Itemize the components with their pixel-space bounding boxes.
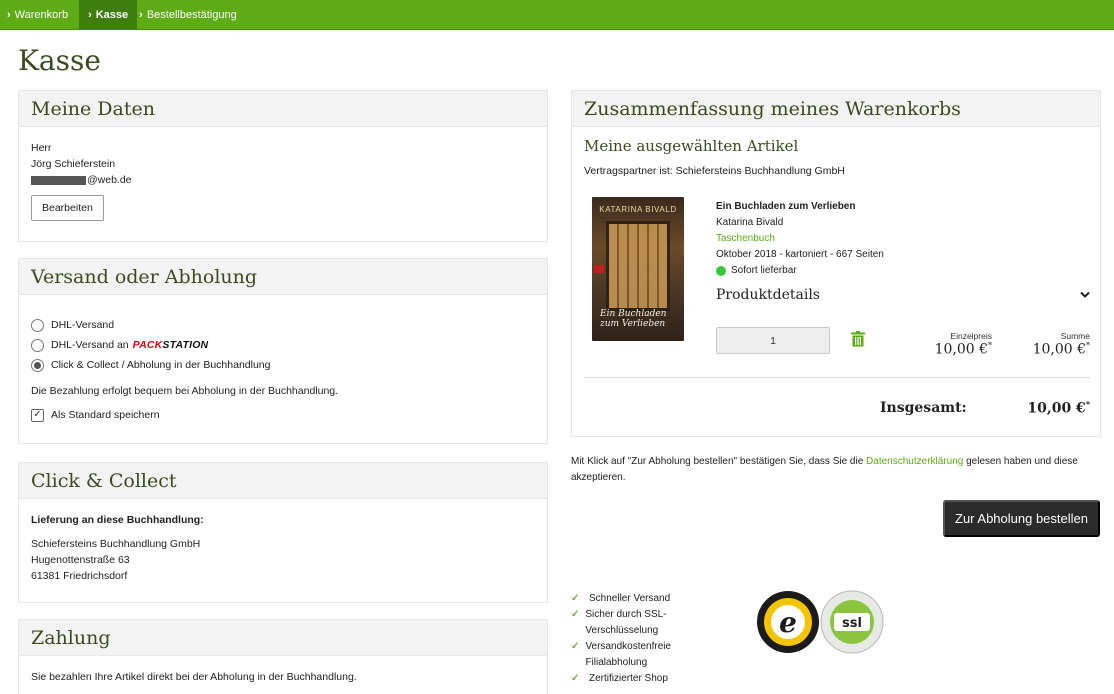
item-details: Oktober 2018 - kartoniert - 667 Seiten [716, 249, 884, 260]
available-dot-icon [716, 266, 726, 276]
packstation-logo: PACKSTATION [132, 339, 209, 351]
shipping-title: Versand oder Abholung [19, 259, 547, 295]
payment-info: Die Bezahlung erfolgt bequem bei Abholun… [31, 385, 339, 397]
feature-item: ✓ Zertifizierter Shop [571, 671, 691, 687]
feature-item: ✓ Sicher durch SSL-Verschlüsselung [571, 609, 667, 636]
sum-label: Summe [1060, 331, 1090, 341]
check-icon: ✓ [571, 609, 580, 620]
step-kasse[interactable]: › Kasse [79, 0, 138, 29]
option-dhl-packstation[interactable]: DHL-Versand an PACKSTATION [31, 335, 535, 355]
step-label: Kasse [95, 8, 129, 21]
unit-price: 10,00 €* [934, 341, 992, 358]
feature-item: ✓ Schneller Versand [571, 591, 691, 607]
product-details-label: Produktdetails [716, 287, 820, 303]
checkout-steps: › Warenkorb › Kasse › Bestellbestätigung [0, 0, 1114, 30]
check-icon: ✓ [571, 673, 580, 684]
check-icon: ✓ [571, 593, 580, 604]
delivery-heading: Lieferung an diese Buchhandlung: [31, 514, 204, 526]
check-icon: ✓ [571, 641, 580, 652]
total-value: 10,00 €* [1027, 399, 1090, 417]
svg-text:ssl: ssl [842, 616, 862, 631]
redacted-block [31, 175, 86, 185]
unit-price-label: Einzelpreis [950, 331, 992, 341]
contract-partner: Vertragspartner ist: Schiefersteins Buch… [584, 165, 845, 177]
step-label: Bestellbestätigung [146, 8, 237, 21]
edit-button[interactable]: Bearbeiten [31, 195, 104, 221]
total-label: Insgesamt: [880, 400, 967, 416]
save-default[interactable]: ✓ Als Standard speichern [31, 405, 535, 425]
my-data-panel: Meine Daten Herr Jörg Schieferstein @web… [18, 90, 548, 242]
item-availability: Sofort lieferbar [716, 263, 884, 279]
privacy-policy-link[interactable]: Datenschutzerklärung [866, 456, 963, 467]
payment-panel: Zahlung Sie bezahlen Ihre Artikel direkt… [18, 619, 548, 694]
radio-button[interactable] [31, 318, 44, 332]
step-bestellbestaetigung[interactable]: › Bestellbestätigung [139, 0, 246, 29]
my-data-title: Meine Daten [19, 91, 547, 127]
salutation: Herr [31, 142, 52, 154]
cart-summary-title: Zusammenfassung meines Warenkorbs [572, 91, 1100, 127]
product-details-toggle[interactable]: Produktdetails [716, 287, 1090, 303]
save-default-label: Als Standard speichern [51, 409, 160, 421]
email-suffix: @web.de [87, 174, 132, 186]
quantity-input[interactable]: 1 [716, 327, 830, 354]
divider [584, 377, 1090, 378]
book-cover-image[interactable]: KATARINA BIVALD Ein Buchladen zum Verlie… [592, 197, 684, 341]
store-city: 61381 Friedrichsdorf [31, 570, 128, 582]
trash-icon[interactable] [851, 331, 865, 347]
step-warenkorb[interactable]: › Warenkorb [7, 0, 77, 29]
option-label: DHL-Versand [51, 319, 115, 331]
option-label: DHL-Versand an [51, 339, 129, 351]
chevron-right-icon: › [139, 8, 143, 21]
item-format: Taschenbuch [716, 233, 775, 244]
customer-name: Jörg Schieferstein [31, 158, 116, 170]
order-pickup-button[interactable]: Zur Abholung bestellen [943, 500, 1100, 537]
payment-text: Sie bezahlen Ihre Artikel direkt bei der… [31, 671, 357, 683]
ssl-seal-icon[interactable]: ssl [820, 590, 884, 654]
checkbox-checked-icon[interactable]: ✓ [31, 408, 44, 422]
radio-button[interactable] [31, 338, 44, 352]
radio-button-selected[interactable] [31, 358, 44, 372]
click-collect-title: Click & Collect [19, 463, 547, 499]
item-title[interactable]: Ein Buchladen zum Verlieben [716, 199, 884, 215]
item-author[interactable]: Katarina Bivald [716, 215, 884, 231]
chevron-down-icon[interactable] [1080, 291, 1090, 299]
payment-title: Zahlung [19, 620, 547, 656]
page-title: Kasse [18, 44, 101, 77]
option-click-collect[interactable]: Click & Collect / Abholung in der Buchha… [31, 355, 535, 375]
selected-items-title: Meine ausgewählten Artikel [584, 137, 799, 155]
customer-email: @web.de [31, 172, 535, 188]
feature-item: ✓ Versandkostenfreie Filialabholung [571, 641, 672, 668]
consent-text: Mit Klick auf "Zur Abholung bestellen" b… [571, 456, 1078, 483]
sum-price: 10,00 €* [1032, 341, 1090, 358]
option-dhl[interactable]: DHL-Versand [31, 315, 535, 335]
store-name: Schiefersteins Buchhandlung GmbH [31, 538, 201, 550]
svg-text:e: e [779, 606, 797, 639]
trusted-shops-seal-icon[interactable]: e [756, 590, 820, 654]
step-label: Warenkorb [14, 8, 69, 21]
chevron-right-icon: › [88, 8, 92, 21]
store-street: Hugenottenstraße 63 [31, 554, 130, 566]
feature-list: ✓ Schneller Versand ✓ Sicher durch SSL-Ver… [571, 591, 691, 687]
cart-summary-panel: Zusammenfassung meines Warenkorbs Meine … [571, 90, 1101, 437]
click-collect-panel: Click & Collect Lieferung an diese Buchh… [18, 462, 548, 603]
option-label: Click & Collect / Abholung in der Buchha… [51, 359, 271, 371]
chevron-right-icon: › [7, 8, 11, 21]
shipping-panel: Versand oder Abholung DHL-Versand DHL-Ve… [18, 258, 548, 444]
